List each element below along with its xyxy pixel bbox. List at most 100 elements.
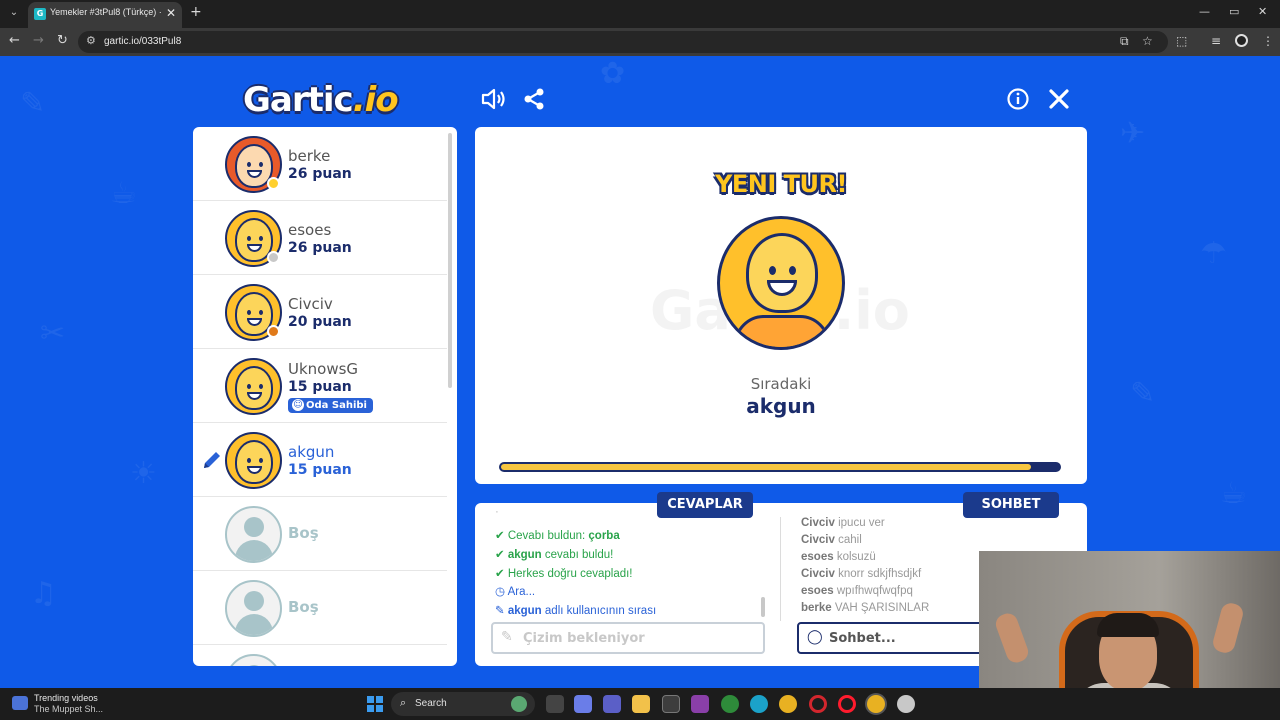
- tab-list-icon[interactable]: ⌄: [6, 5, 22, 21]
- empty-slot-label: Boş: [288, 524, 319, 542]
- player-score: 15 puan: [288, 462, 352, 478]
- status-dot: [267, 251, 280, 264]
- news-subtitle[interactable]: The Muppet Sh...: [34, 704, 103, 714]
- file-explorer-icon[interactable]: [632, 695, 650, 713]
- drawing-board: Gartic.io YENI TUR! Sıradaki akgun: [475, 127, 1087, 484]
- chrome-icon[interactable]: [779, 695, 797, 713]
- opera-gx-icon[interactable]: [838, 695, 856, 713]
- taskbar-search[interactable]: ⌕ Search: [391, 692, 535, 716]
- answer-input[interactable]: ✎ Çizim bekleniyor: [491, 622, 765, 654]
- player-row[interactable]: UknowsG 15 puan ☺ Oda Sahibi: [193, 349, 447, 423]
- back-icon[interactable]: ←: [9, 34, 20, 48]
- xbox-icon[interactable]: [721, 695, 739, 713]
- reload-icon[interactable]: ↻: [57, 34, 68, 48]
- progress-fill: [501, 464, 1032, 470]
- search-icon: ⌕: [400, 696, 407, 709]
- task-view-icon[interactable]: [546, 695, 564, 713]
- avatar: [225, 358, 282, 415]
- doodle-icon: ✿: [600, 56, 626, 91]
- feed-line: ✎ akgun adlı kullanıcının sırası: [495, 605, 657, 617]
- gartic-logo: Gartic.io: [243, 80, 399, 120]
- opera-icon[interactable]: [809, 695, 827, 713]
- player-name: berke: [288, 147, 331, 165]
- address-toolbar: ← → ↻ ⚙ gartic.io/033tPul8 ⧉ ☆ ⬚ ≡ ⋮: [0, 28, 1280, 56]
- teams-icon[interactable]: [603, 695, 621, 713]
- windows-start-icon[interactable]: [367, 696, 383, 712]
- chat-input[interactable]: ◯ Sohbet...: [797, 622, 987, 654]
- feed-line-cut: ·: [495, 510, 499, 518]
- empty-slot: Boş: [193, 497, 447, 571]
- empty-avatar-icon: [225, 506, 282, 563]
- sound-icon[interactable]: [480, 87, 506, 111]
- feed-scrollbar[interactable]: [761, 597, 765, 617]
- chat-bubble-icon: ◯: [807, 629, 823, 645]
- restore-icon[interactable]: ▭: [1229, 5, 1239, 18]
- star-icon[interactable]: ☆: [1142, 34, 1153, 48]
- doodle-icon: ✂: [40, 316, 66, 351]
- check-icon: ✔: [495, 568, 508, 580]
- doodle-icon: ☕: [1220, 476, 1247, 511]
- player-row[interactable]: Civciv 20 puan: [193, 275, 447, 349]
- player-score: 26 puan: [288, 166, 352, 182]
- status-dot: [267, 177, 280, 190]
- pencil-icon: ✎: [495, 605, 508, 617]
- copilot-icon[interactable]: [574, 695, 592, 713]
- news-widget-icon[interactable]: [12, 696, 28, 710]
- store-icon[interactable]: [662, 695, 680, 713]
- empty-avatar-icon: [225, 580, 282, 637]
- player-name: Civciv: [288, 295, 333, 313]
- chat-message: Civciv ipucu ver: [801, 517, 885, 529]
- chat-tab[interactable]: SOHBET: [963, 492, 1059, 518]
- player-name: esoes: [288, 221, 332, 239]
- share-icon[interactable]: [522, 87, 546, 111]
- minimize-icon[interactable]: —: [1199, 5, 1210, 18]
- more-icon[interactable]: ⋮: [1262, 34, 1274, 48]
- doodle-icon: ☂: [1200, 236, 1227, 271]
- chat-feed: Civciv ipucu ver Civciv cahil esoes kols…: [801, 517, 981, 621]
- tab-close-icon[interactable]: ✕: [166, 6, 176, 20]
- gartic-favicon-icon: G: [34, 8, 46, 20]
- players-panel: berke 26 puan esoes 26 puan Civciv 20 pu…: [193, 127, 457, 666]
- close-icon[interactable]: [1048, 88, 1070, 110]
- player-score: 15 puan: [288, 379, 352, 395]
- chat-message: berke VAH ŞARISINLAR: [801, 602, 930, 614]
- check-icon: ✔: [495, 549, 508, 561]
- windows-taskbar: Trending videos The Muppet Sh... ⌕ Searc…: [0, 688, 1280, 720]
- site-info-icon[interactable]: ⚙: [86, 34, 96, 47]
- player-row[interactable]: berke 26 puan: [193, 127, 447, 201]
- news-title[interactable]: Trending videos: [34, 693, 98, 703]
- player-row-drawing[interactable]: akgun 15 puan: [193, 423, 447, 497]
- empty-avatar-icon: [225, 654, 282, 666]
- app-icon[interactable]: [691, 695, 709, 713]
- next-label: Sıradaki: [750, 375, 812, 393]
- feed-line: ✔ Cevabı buldun: çorba: [495, 530, 620, 542]
- doodle-icon: ✎: [1130, 376, 1156, 411]
- player-name: UknowsG: [288, 360, 359, 378]
- doodle-icon: ☕: [110, 176, 137, 211]
- divider: [780, 517, 781, 621]
- url-text: gartic.io/033tPul8: [104, 36, 182, 47]
- chat-message: esoes kolsuzü: [801, 551, 876, 563]
- doodle-icon: ✈: [1120, 116, 1146, 151]
- player-row[interactable]: esoes 26 puan: [193, 201, 447, 275]
- window-close-icon[interactable]: ✕: [1258, 5, 1267, 18]
- players-scrollbar[interactable]: [448, 133, 452, 388]
- feed-line: ✔ akgun cevabı buldu!: [495, 549, 614, 561]
- url-field[interactable]: ⚙ gartic.io/033tPul8: [78, 31, 1168, 53]
- cast-icon[interactable]: ⧉: [1120, 34, 1129, 48]
- media-icon[interactable]: ≡: [1211, 34, 1221, 48]
- profile-icon[interactable]: [1235, 34, 1248, 47]
- search-highlight-icon: [511, 696, 527, 712]
- next-player-name: akgun: [746, 394, 816, 418]
- owner-face-icon: ☺: [292, 399, 304, 411]
- steam-icon[interactable]: [897, 695, 915, 713]
- browser-tab-active[interactable]: G Yemekler #3tPul8 (Türkçe) · ✕: [28, 2, 182, 28]
- edge-icon[interactable]: [750, 695, 768, 713]
- new-tab-plus-icon[interactable]: +: [190, 5, 202, 19]
- info-icon[interactable]: [1007, 88, 1029, 110]
- status-dot: [267, 325, 280, 338]
- pencil-icon: [204, 452, 220, 468]
- forward-icon[interactable]: →: [33, 34, 44, 48]
- chrome-active-icon[interactable]: [867, 695, 885, 713]
- extensions-icon[interactable]: ⬚: [1176, 34, 1187, 48]
